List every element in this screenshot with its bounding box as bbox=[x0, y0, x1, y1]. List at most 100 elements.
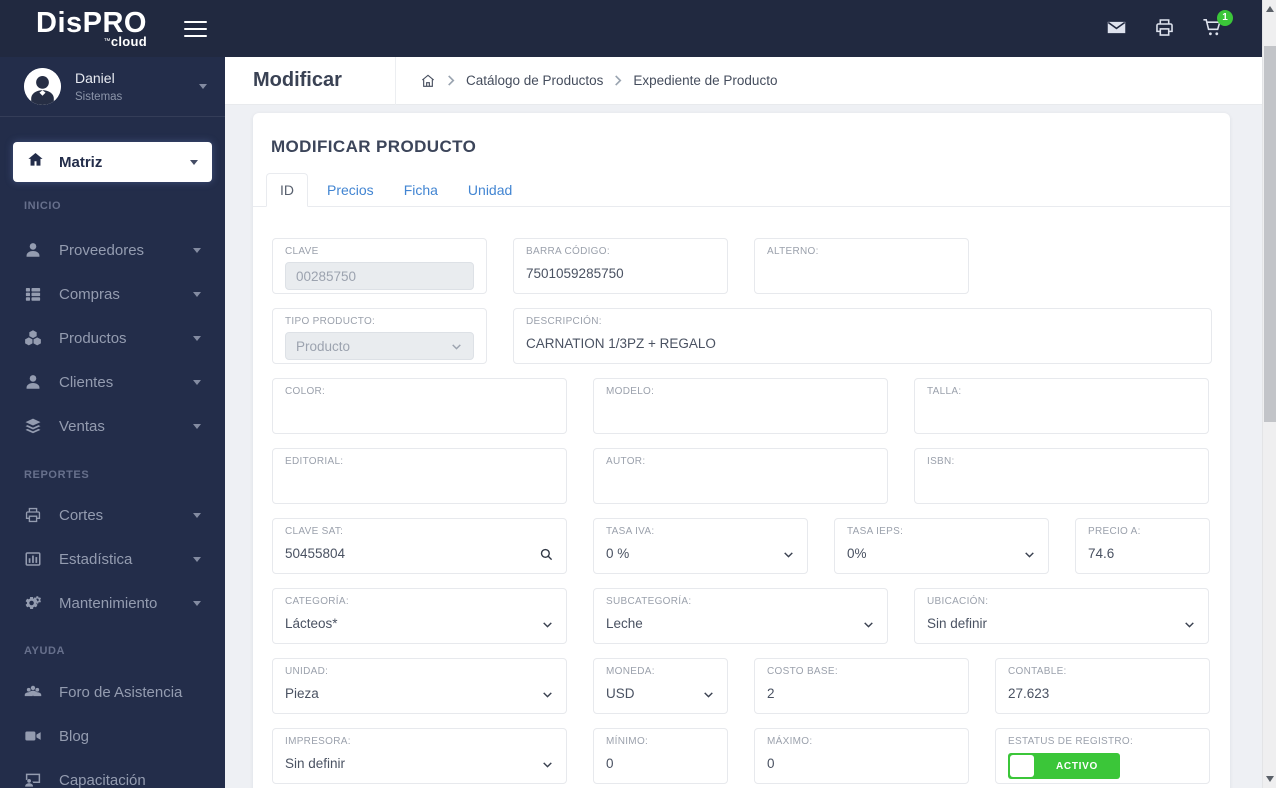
tab-id[interactable]: ID bbox=[266, 173, 308, 207]
scroll-thumb[interactable] bbox=[1264, 46, 1276, 422]
nav-list-reportes: Cortes Estadística Mantenimiento bbox=[0, 493, 225, 625]
moneda-select[interactable]: USD bbox=[606, 686, 715, 702]
tipo-producto-label: TIPO PRODUCTO: bbox=[285, 316, 376, 327]
chevron-right-icon bbox=[614, 75, 622, 86]
costo-base-label: COSTO BASE: bbox=[767, 666, 838, 677]
isbn-field[interactable]: ISBN: bbox=[914, 448, 1209, 504]
caret-down-icon bbox=[193, 335, 201, 341]
user-name: Daniel bbox=[75, 70, 115, 86]
ubicacion-field: UBICACIÓN: Sin definir bbox=[914, 588, 1209, 644]
breadcrumb-catalogo[interactable]: Catálogo de Productos bbox=[466, 73, 603, 88]
sidebar-item-compras[interactable]: Compras bbox=[0, 272, 225, 316]
categoria-select[interactable]: Lácteos* bbox=[285, 616, 554, 632]
talla-field[interactable]: TALLA: bbox=[914, 378, 1209, 434]
hamburger-icon[interactable] bbox=[180, 17, 211, 41]
sidebar-item-cortes[interactable]: Cortes bbox=[0, 493, 225, 537]
editorial-input[interactable] bbox=[285, 476, 554, 492]
descripcion-field: DESCRIPCIÓN: CARNATION 1/3PZ + REGALO bbox=[513, 308, 1212, 364]
tabbar: ID Precios Ficha Unidad bbox=[253, 173, 1230, 207]
editorial-field[interactable]: EDITORIAL: bbox=[272, 448, 567, 504]
ubicacion-select[interactable]: Sin definir bbox=[927, 616, 1196, 632]
estatus-toggle[interactable]: ACTIVO bbox=[1008, 753, 1120, 779]
mail-button[interactable] bbox=[1104, 17, 1128, 41]
vertical-scrollbar bbox=[1262, 0, 1276, 788]
descripcion-input[interactable]: CARNATION 1/3PZ + REGALO bbox=[526, 336, 1199, 352]
sidebar-item-productos[interactable]: Productos bbox=[0, 316, 225, 360]
search-icon[interactable] bbox=[539, 547, 554, 562]
tab-ficha[interactable]: Ficha bbox=[404, 174, 438, 206]
sidebar-item-foro[interactable]: Foro de Asistencia bbox=[0, 670, 225, 714]
tasa-iva-select[interactable]: 0 % bbox=[606, 546, 795, 562]
talla-input[interactable] bbox=[927, 406, 1196, 422]
cart-button[interactable]: 1 bbox=[1200, 9, 1233, 41]
subcategoria-select[interactable]: Leche bbox=[606, 616, 875, 632]
maximo-input[interactable]: 0 bbox=[767, 756, 956, 772]
autor-field[interactable]: AUTOR: bbox=[593, 448, 888, 504]
contable-input[interactable]: 27.623 bbox=[1008, 686, 1197, 702]
alterno-field[interactable]: ALTERNO: bbox=[754, 238, 969, 294]
print-button[interactable] bbox=[1152, 17, 1176, 41]
tasa-ieps-label: TASA IEPS: bbox=[847, 526, 904, 537]
modelo-field[interactable]: MODELO: bbox=[593, 378, 888, 434]
caret-down-icon bbox=[193, 556, 201, 562]
nav-list-ayuda: Foro de Asistencia Blog Capacitación bbox=[0, 670, 225, 788]
minimo-input[interactable]: 0 bbox=[606, 756, 715, 772]
gears-icon bbox=[24, 594, 42, 612]
sidebar-item-mantenimiento[interactable]: Mantenimiento bbox=[0, 581, 225, 625]
costo-base-input[interactable]: 2 bbox=[767, 686, 956, 702]
chevron-down-icon bbox=[1183, 618, 1196, 631]
estatus-label: ESTATUS DE REGISTRO: bbox=[1008, 736, 1134, 747]
user-meta: Daniel Sistemas bbox=[75, 70, 199, 103]
product-form: CLAVE 00285750 BARRA CÓDIGO: 75010592857… bbox=[253, 207, 1230, 788]
impresora-select[interactable]: Sin definir bbox=[285, 756, 554, 772]
app-window: DisPRO ™cloud 1 Daniel Sistemas Matriz I… bbox=[0, 0, 1276, 788]
sidebar-item-estadistica[interactable]: Estadística bbox=[0, 537, 225, 581]
training-icon bbox=[24, 771, 42, 788]
clave-sat-input[interactable]: 50455804 bbox=[285, 546, 345, 562]
chevron-down-icon bbox=[862, 618, 875, 631]
user-role: Sistemas bbox=[75, 91, 123, 103]
clave-input[interactable]: 00285750 bbox=[285, 262, 474, 290]
sidebar-item-clientes[interactable]: Clientes bbox=[0, 360, 225, 404]
sidebar-item-ventas[interactable]: Ventas bbox=[0, 404, 225, 448]
sidebar: Daniel Sistemas Matriz INICIO Proveedore… bbox=[0, 57, 225, 788]
barra-codigo-label: BARRA CÓDIGO: bbox=[526, 246, 610, 257]
sidebar-section-ayuda: AYUDA bbox=[24, 645, 66, 657]
scroll-down-arrow[interactable] bbox=[1266, 776, 1274, 782]
unidad-select[interactable]: Pieza bbox=[285, 686, 554, 702]
tipo-producto-select[interactable]: Producto bbox=[285, 332, 474, 360]
modelo-input[interactable] bbox=[606, 406, 875, 422]
app-logo[interactable]: DisPRO ™cloud bbox=[36, 9, 147, 49]
tab-unidad[interactable]: Unidad bbox=[468, 174, 512, 206]
moneda-field: MONEDA: USD bbox=[593, 658, 728, 714]
scroll-up-arrow[interactable] bbox=[1266, 6, 1274, 12]
breadcrumb-current: Expediente de Producto bbox=[633, 73, 778, 88]
barra-codigo-input[interactable]: 7501059285750 bbox=[526, 266, 715, 282]
video-icon bbox=[24, 727, 42, 745]
alterno-input[interactable] bbox=[767, 266, 956, 282]
brand-column: DisPRO ™cloud bbox=[0, 0, 225, 57]
autor-input[interactable] bbox=[606, 476, 875, 492]
ubicacion-label: UBICACIÓN: bbox=[927, 596, 989, 607]
user-icon bbox=[24, 373, 42, 391]
bar-chart-icon bbox=[24, 550, 42, 568]
color-field[interactable]: COLOR: bbox=[272, 378, 567, 434]
users-icon bbox=[24, 683, 42, 701]
branch-selector[interactable]: Matriz bbox=[13, 142, 212, 182]
tipo-producto-field: TIPO PRODUCTO: Producto bbox=[272, 308, 487, 364]
sidebar-item-proveedores[interactable]: Proveedores bbox=[0, 228, 225, 272]
home-icon[interactable] bbox=[420, 73, 436, 89]
minimo-field: MÍNIMO: 0 bbox=[593, 728, 728, 784]
chevron-down-icon bbox=[782, 548, 795, 561]
color-input[interactable] bbox=[285, 406, 554, 422]
costo-base-field: COSTO BASE: 2 bbox=[754, 658, 969, 714]
isbn-label: ISBN: bbox=[927, 456, 955, 467]
sidebar-item-blog[interactable]: Blog bbox=[0, 714, 225, 758]
isbn-input[interactable] bbox=[927, 476, 1196, 492]
sidebar-item-capacitacion[interactable]: Capacitación bbox=[0, 758, 225, 788]
precio-a-input[interactable]: 74.6 bbox=[1088, 546, 1197, 562]
maximo-field: MÁXIMO: 0 bbox=[754, 728, 969, 784]
user-menu[interactable]: Daniel Sistemas bbox=[0, 57, 225, 117]
tab-precios[interactable]: Precios bbox=[327, 174, 374, 206]
tasa-ieps-select[interactable]: 0% bbox=[847, 546, 1036, 562]
